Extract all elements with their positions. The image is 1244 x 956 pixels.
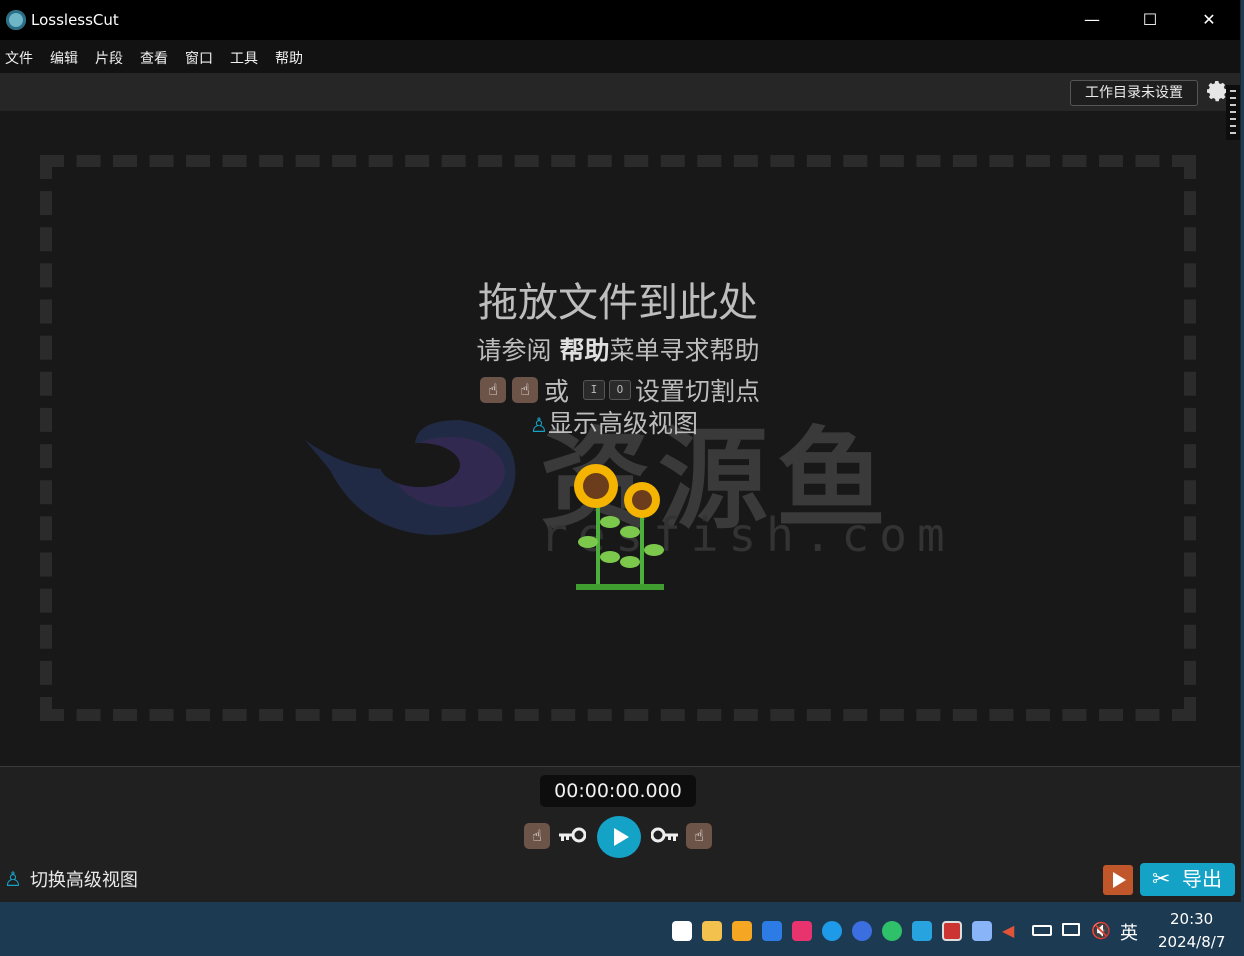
key-o-hint: O (608, 380, 631, 400)
top-toolbar: 工作目录未设置 (0, 73, 1240, 111)
menu-window[interactable]: 窗口 (185, 48, 213, 68)
minimize-button[interactable]: — (1063, 0, 1121, 40)
cutpoint-hint: ☝ ☝ 或 I O 设置切割点 (480, 372, 760, 406)
timecode-display[interactable]: 00:00:00.000 (0) (540, 775, 696, 834)
menu-bar: 文件 编辑 片段 查看 窗口 工具 帮助 (0, 40, 1240, 73)
file-explorer-icon[interactable] (702, 921, 722, 941)
show-advanced-view-link[interactable]: ♙显示高级视图 (530, 404, 698, 440)
working-directory-button[interactable]: 工作目录未设置 (1070, 80, 1198, 106)
shield-icon[interactable] (732, 921, 752, 941)
app-logo-icon (6, 10, 26, 30)
cut-suffix-text: 设置切割点 (634, 377, 760, 406)
mute-icon[interactable]: 🔇 (1091, 921, 1111, 940)
battery-icon[interactable] (1032, 925, 1052, 936)
preview-play-button[interactable] (1103, 865, 1133, 895)
menu-segments[interactable]: 片段 (95, 48, 123, 68)
windows-taskbar: ◀ 🔇 英 20:30 2024/8/7 (0, 906, 1244, 956)
jump-cut-start-key-icon[interactable] (558, 827, 586, 843)
window-title: LosslessCut (31, 11, 119, 29)
wechat-icon[interactable] (882, 921, 902, 941)
app-window: LosslessCut — ☐ ✕ 文件 编辑 片段 查看 窗口 工具 帮助 工… (0, 0, 1241, 902)
baby-icon: ♙ (530, 413, 548, 437)
scrollbar-handle[interactable] (1226, 85, 1240, 140)
cloud-drive-icon[interactable] (852, 921, 872, 941)
set-cut-end-button[interactable]: ☝ (686, 823, 712, 849)
scissors-icon: ✂ (1152, 867, 1171, 892)
menu-edit[interactable]: 编辑 (50, 48, 78, 68)
menu-view[interactable]: 查看 (140, 48, 168, 68)
show-advanced-label: 显示高级视图 (547, 409, 698, 438)
play-button[interactable] (597, 816, 641, 858)
watermark-logo-icon (305, 420, 516, 535)
key-i-hint: I (582, 380, 605, 400)
toggle-advanced-view-button[interactable]: ♙ 切换高级视图 (4, 866, 138, 892)
volume-app-icon[interactable]: ◀ (1002, 921, 1022, 941)
jump-cut-end-key-icon[interactable] (651, 827, 679, 843)
close-button[interactable]: ✕ (1180, 0, 1238, 40)
toggle-advanced-label: 切换高级视图 (29, 870, 138, 891)
title-bar: LosslessCut — ☐ ✕ (0, 0, 1240, 40)
cube-app-icon[interactable] (762, 921, 782, 941)
media-app-icon[interactable] (792, 921, 812, 941)
clock-time[interactable]: 20:30 (1170, 910, 1213, 928)
tray-app-icon[interactable] (672, 921, 692, 941)
menu-file[interactable]: 文件 (5, 48, 33, 68)
export-label: 导出 (1182, 867, 1222, 891)
cut-or-text: 或 (544, 377, 570, 406)
export-button[interactable]: ✂ 导出 (1140, 863, 1235, 896)
ime-indicator[interactable]: 英 (1120, 919, 1138, 945)
browser-icon[interactable] (912, 921, 932, 941)
screen-record-icon[interactable] (942, 921, 962, 941)
clock-date[interactable]: 2024/8/7 (1158, 933, 1225, 951)
set-cut-start-icon[interactable]: ☝ (480, 377, 506, 403)
cloud-icon[interactable] (822, 921, 842, 941)
menu-tools[interactable]: 工具 (230, 48, 258, 68)
set-cut-start-button[interactable]: ☝ (524, 823, 550, 849)
sunflower-icon (574, 464, 664, 590)
help-prefix: 请参阅 (476, 336, 560, 365)
app-tray-icon[interactable] (972, 921, 992, 941)
help-suffix: 菜单寻求帮助 (609, 336, 760, 365)
timeline-bar[interactable]: 00:00:00.000 (0) (0, 766, 1240, 834)
menu-help[interactable]: 帮助 (275, 48, 303, 68)
help-link[interactable]: 帮助 (559, 336, 609, 365)
help-hint: 请参阅 帮助菜单寻求帮助 (0, 331, 1236, 367)
baby-icon: ♙ (4, 867, 22, 891)
set-cut-end-icon[interactable]: ☝ (512, 377, 538, 403)
maximize-button[interactable]: ☐ (1121, 0, 1179, 40)
drop-files-title: 拖放文件到此处 (478, 280, 758, 326)
playback-controls: ☝ ☝ ♙ 切换高级视图 ✂ 导出 (0, 813, 1240, 902)
network-icon[interactable] (1062, 923, 1080, 936)
